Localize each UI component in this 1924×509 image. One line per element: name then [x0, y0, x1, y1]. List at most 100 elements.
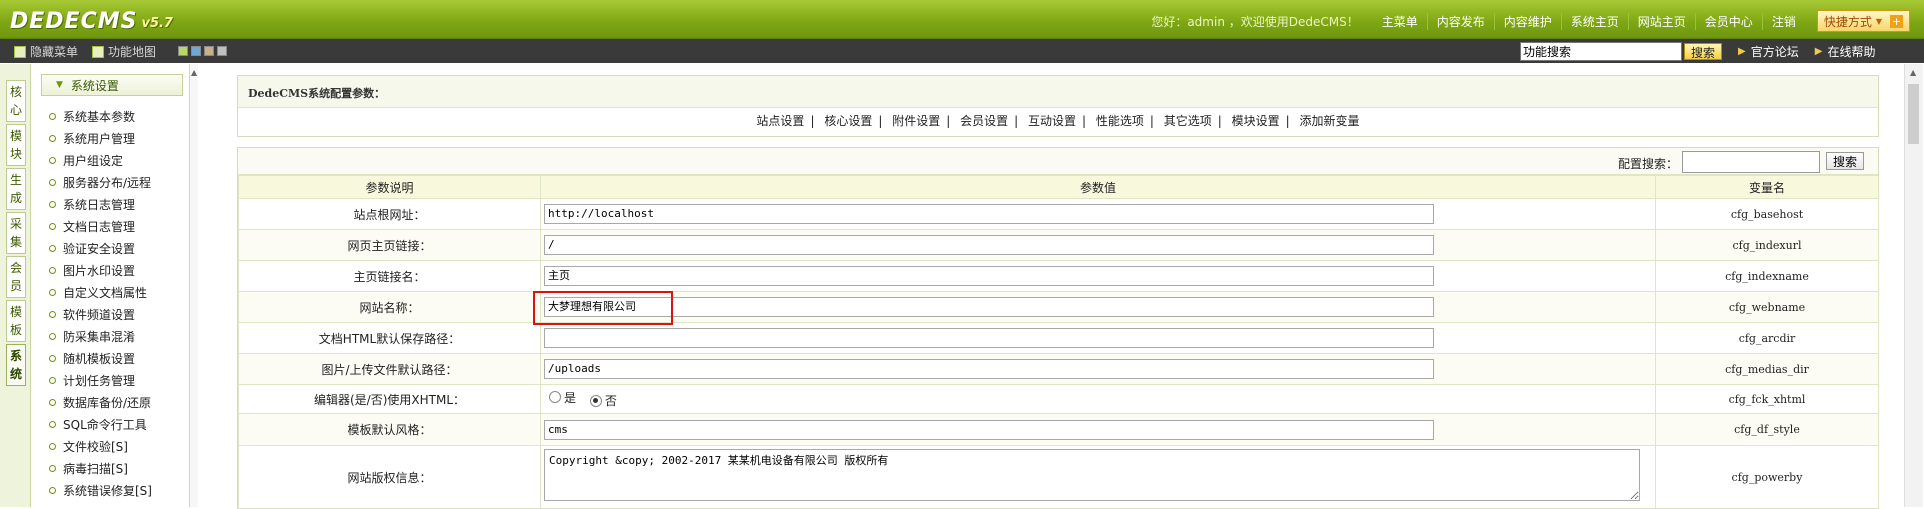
basehost-input[interactable] — [544, 204, 1434, 224]
sidebar-item[interactable]: 数据库备份/还原 — [49, 394, 151, 411]
tab-attachment[interactable]: 附件设置 — [892, 114, 940, 128]
nav-member-center[interactable]: 会员中心 — [1694, 12, 1762, 30]
tab-member[interactable]: 会员设置 — [960, 114, 1008, 128]
row-label: 站点根网址： — [238, 198, 541, 230]
sidebar-item[interactable]: 服务器分布/远程 — [49, 174, 151, 191]
row-label: 网站版权信息： — [238, 445, 541, 509]
vtab-member[interactable]: 会员 — [6, 256, 26, 298]
config-search-label: 配置搜索： — [1618, 157, 1679, 171]
scroll-up-icon[interactable]: ▲ — [1910, 68, 1916, 77]
sidebar-item[interactable]: 文件校验[S] — [49, 438, 128, 455]
tab-site[interactable]: 站点设置 — [756, 114, 804, 128]
official-forum-link[interactable]: ▶ 官方论坛 — [1738, 43, 1799, 60]
row-variable: cfg_arcdir — [1655, 322, 1879, 354]
nav-system-home[interactable]: 系统主页 — [1560, 12, 1628, 30]
hide-menu-label: 隐藏菜单 — [30, 45, 79, 59]
radio-yes-label: 是 — [564, 390, 577, 405]
row-variable: cfg_fck_xhtml — [1655, 384, 1879, 414]
config-search-input[interactable] — [1682, 151, 1820, 173]
sidebar-item[interactable]: 图片水印设置 — [49, 262, 135, 279]
nav-publish[interactable]: 内容发布 — [1426, 12, 1494, 30]
table-row: 站点根网址： cfg_basehost — [238, 198, 1879, 230]
medias-dir-input[interactable] — [544, 359, 1434, 379]
swatch-brown[interactable] — [204, 46, 214, 56]
vtab-template[interactable]: 模板 — [6, 300, 26, 342]
nav-logout[interactable]: 注销 — [1761, 12, 1805, 30]
config-search-button[interactable]: 搜索 — [1826, 152, 1865, 170]
indexname-input[interactable] — [544, 266, 1434, 286]
bullet-icon — [49, 135, 56, 142]
vtab-core[interactable]: 核心 — [6, 80, 26, 122]
swatch-gray[interactable] — [217, 46, 227, 56]
vtab-system[interactable]: 系统 — [6, 344, 26, 386]
row-label: 图片/上传文件默认路径： — [238, 353, 541, 385]
row-variable: cfg_indexname — [1655, 260, 1879, 292]
arcdir-input[interactable] — [544, 328, 1434, 348]
vtab-collect[interactable]: 采集 — [6, 212, 26, 254]
header-variable: 变量名 — [1655, 175, 1879, 199]
xhtml-yes-radio[interactable]: 是 — [549, 389, 576, 406]
webname-input[interactable] — [544, 297, 1434, 317]
function-search-button[interactable]: 搜索 — [1684, 43, 1723, 60]
function-map-button[interactable]: 功能地图 — [92, 43, 156, 60]
sidebar-item[interactable]: 系统基本参数 — [49, 108, 135, 125]
sidebar-item-label: 图片水印设置 — [63, 264, 136, 278]
swatch-green[interactable] — [178, 46, 188, 56]
page-scrollbar[interactable]: ▲ — [1904, 64, 1923, 507]
sidebar-item[interactable]: 计划任务管理 — [49, 372, 135, 389]
vtab-generate[interactable]: 生成 — [6, 168, 26, 210]
sidebar-scrollbar[interactable]: ▲ — [190, 64, 198, 507]
sidebar-item[interactable]: 防采集串混淆 — [49, 328, 135, 345]
table-row: 图片/上传文件默认路径： cfg_medias_dir — [238, 353, 1879, 385]
sidebar-item[interactable]: 系统错误修复[S] — [49, 482, 152, 499]
tab-performance[interactable]: 性能选项 — [1096, 114, 1144, 128]
swatch-blue[interactable] — [191, 46, 201, 56]
nav-site-home[interactable]: 网站主页 — [1627, 12, 1695, 30]
sidebar-item[interactable]: 自定义文档属性 — [49, 284, 147, 301]
plus-icon[interactable]: + — [1890, 14, 1903, 28]
tab-interaction[interactable]: 互动设置 — [1028, 114, 1076, 128]
sidebar-item-label: 数据库备份/还原 — [63, 396, 152, 410]
sidebar-item[interactable]: 软件频道设置 — [49, 306, 135, 323]
table-header-row: 参数说明 参数值 变量名 — [238, 175, 1879, 199]
bullet-icon — [49, 267, 56, 274]
logo-version: v5.7 — [141, 16, 173, 31]
sidebar-item[interactable]: 文档日志管理 — [49, 218, 135, 235]
sidebar-item[interactable]: 验证安全设置 — [49, 240, 135, 257]
online-help-link[interactable]: ▶ 在线帮助 — [1815, 43, 1876, 60]
header-description: 参数说明 — [238, 175, 541, 199]
nav-maintain[interactable]: 内容维护 — [1493, 12, 1561, 30]
hide-menu-button[interactable]: 隐藏菜单 — [14, 43, 78, 60]
sidebar-item[interactable]: 病毒扫描[S] — [49, 460, 128, 477]
tab-add-variable[interactable]: 添加新变量 — [1300, 114, 1360, 128]
arrow-right-icon: ▶ — [1738, 46, 1746, 57]
sidebar-header[interactable]: ▼ 系统设置 — [41, 74, 183, 96]
sidebar-item[interactable]: SQL命令行工具 — [49, 416, 147, 433]
sidebar-header-label: 系统设置 — [70, 78, 119, 93]
bullet-icon — [49, 223, 56, 230]
function-search-input[interactable] — [1520, 42, 1682, 61]
powerby-textarea[interactable]: Copyright &copy; 2002-2017 某某机电设备有限公司 版权… — [544, 449, 1640, 501]
tab-other[interactable]: 其它选项 — [1164, 114, 1212, 128]
bullet-icon — [49, 421, 56, 428]
logo: DEDECMS v5.7 — [10, 4, 173, 34]
arrow-right-icon: ▶ — [1814, 46, 1823, 57]
indexurl-input[interactable] — [544, 235, 1434, 255]
sidebar-item[interactable]: 系统日志管理 — [49, 196, 135, 213]
sidebar-item[interactable]: 系统用户管理 — [49, 130, 135, 147]
tab-module[interactable]: 模块设置 — [1232, 114, 1280, 128]
header-value: 参数值 — [540, 175, 1656, 199]
top-nav: 您好：admin ，欢迎使用DedeCMS！ 主菜单 内容发布 内容维护 系统主… — [1151, 10, 1910, 32]
sidebar-item[interactable]: 用户组设定 — [49, 152, 123, 169]
tab-core[interactable]: 核心设置 — [824, 114, 872, 128]
df-style-input[interactable] — [544, 419, 1434, 440]
sidebar-item[interactable]: 随机模板设置 — [49, 350, 135, 367]
scroll-up-icon[interactable]: ▲ — [191, 68, 197, 77]
xhtml-no-radio[interactable]: 否 — [589, 392, 617, 409]
vtab-module[interactable]: 模块 — [6, 124, 26, 166]
scrollbar-thumb[interactable] — [1908, 84, 1919, 144]
table-row: 网站名称： cfg_webname — [238, 291, 1879, 323]
quick-menu-button[interactable]: 快捷方式 ▼ + — [1816, 10, 1910, 32]
nav-main-menu[interactable]: 主菜单 — [1373, 13, 1427, 30]
table-row: 网页主页链接： cfg_indexurl — [238, 229, 1879, 261]
